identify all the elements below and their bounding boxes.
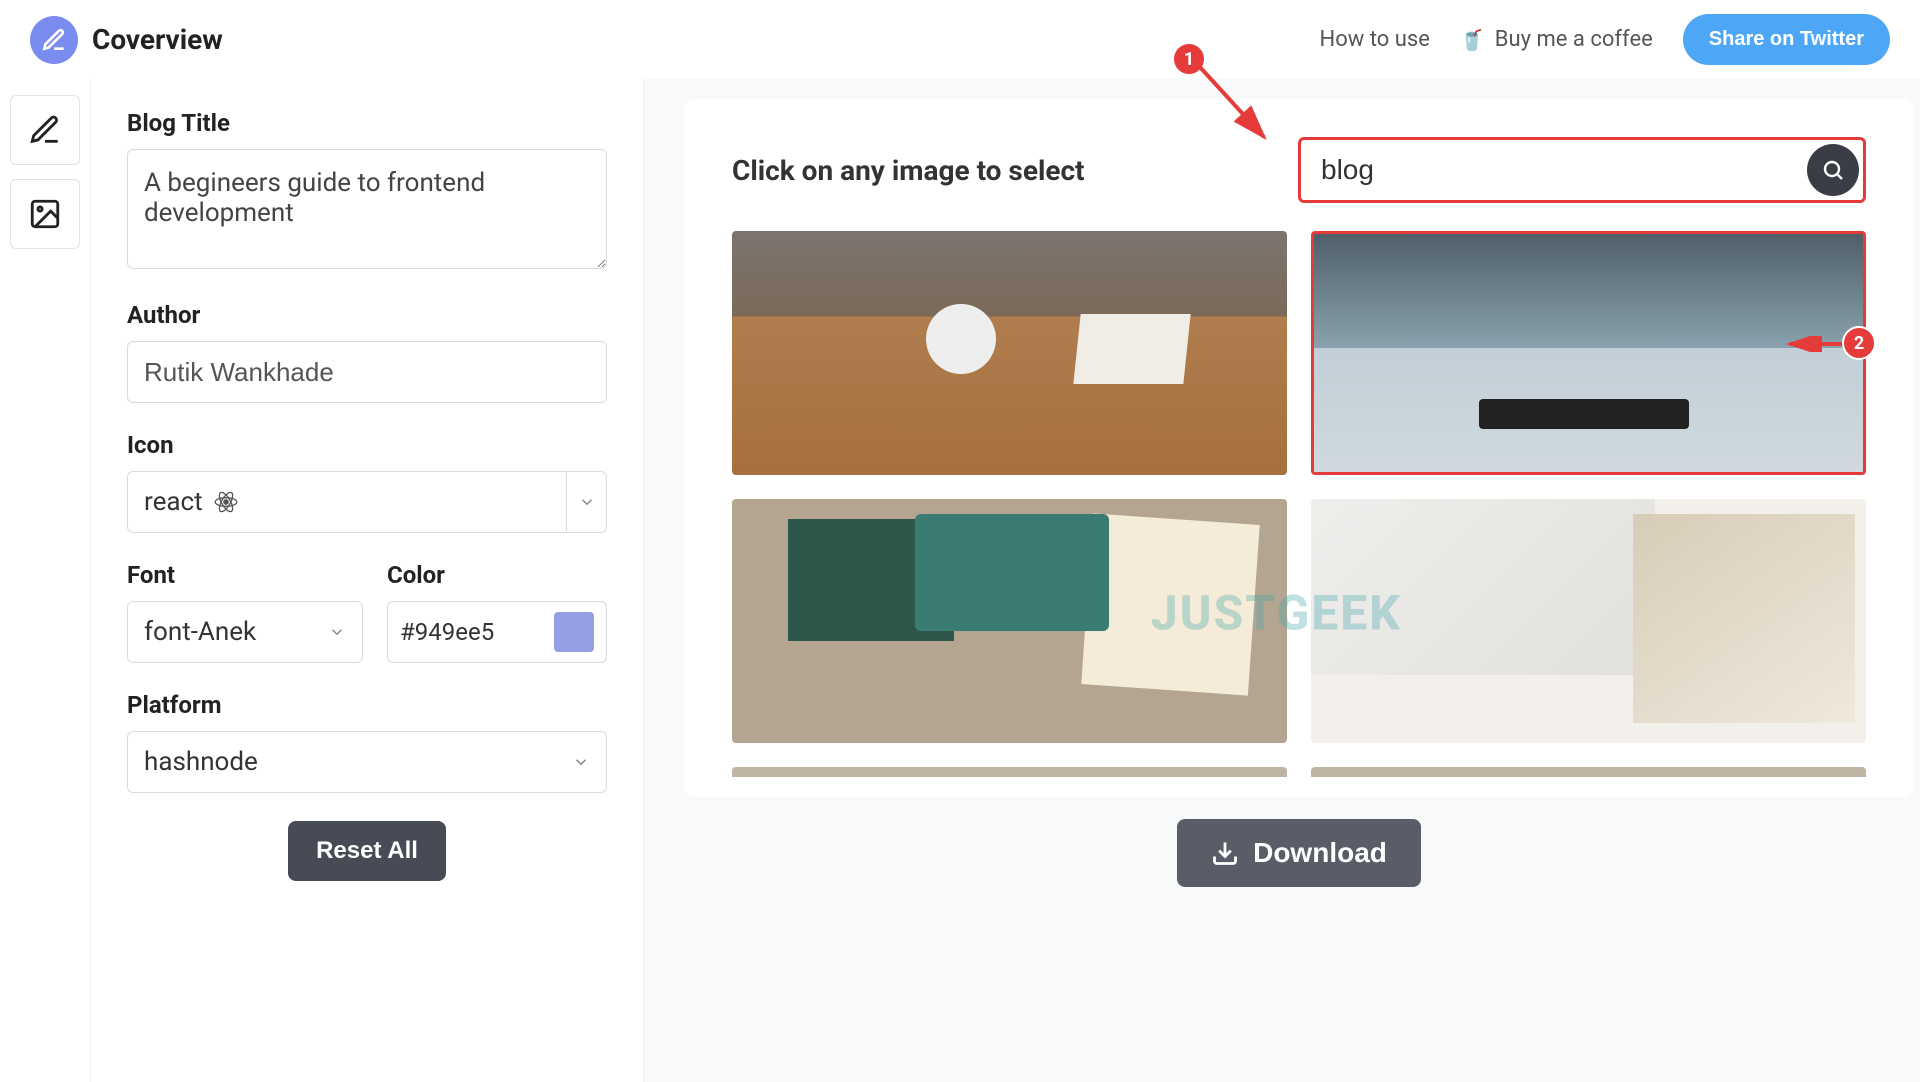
header: Coverview How to use 🥤 Buy me a coffee S…	[0, 0, 1920, 79]
color-picker[interactable]: #949ee5	[387, 601, 607, 663]
author-label: Author	[127, 301, 607, 329]
buy-coffee-label: Buy me a coffee	[1495, 27, 1653, 52]
author-input[interactable]	[127, 341, 607, 403]
image-grid: JUSTGEEK	[732, 231, 1866, 777]
search-input[interactable]	[1321, 154, 1807, 186]
download-label: Download	[1253, 837, 1387, 869]
color-hex-value: #949ee5	[400, 618, 542, 646]
edit-tab-button[interactable]	[10, 95, 80, 165]
layout: Blog Title A begineers guide to frontend…	[0, 79, 1920, 1082]
pencil-icon	[28, 113, 62, 147]
image-result[interactable]	[1311, 767, 1866, 777]
app-logo-icon	[30, 16, 78, 64]
header-left: Coverview	[30, 16, 223, 64]
chevron-down-icon	[578, 493, 596, 511]
icon-select-value: react	[144, 487, 203, 517]
image-result[interactable]	[1311, 499, 1866, 743]
chevron-down-icon	[572, 753, 590, 771]
picker-title: Click on any image to select	[732, 154, 1085, 187]
download-button[interactable]: Download	[1177, 819, 1421, 887]
image-tab-button[interactable]	[10, 179, 80, 249]
header-right: How to use 🥤 Buy me a coffee Share on Tw…	[1320, 14, 1890, 65]
left-rail	[0, 79, 90, 1082]
blog-title-label: Blog Title	[127, 109, 607, 137]
image-picker-card: Click on any image to select JUSTGEEK	[684, 99, 1914, 797]
platform-select-value: hashnode	[144, 747, 572, 777]
search-button[interactable]	[1807, 144, 1859, 196]
download-icon	[1211, 839, 1239, 867]
image-icon	[28, 197, 62, 231]
image-result[interactable]	[732, 767, 1287, 777]
font-select-value: font-Anek	[144, 617, 328, 647]
platform-select[interactable]: hashnode	[127, 731, 607, 793]
share-twitter-button[interactable]: Share on Twitter	[1683, 14, 1890, 65]
coffee-icon: 🥤	[1460, 28, 1485, 52]
search-field	[1298, 137, 1866, 203]
app-title: Coverview	[92, 23, 223, 56]
image-result[interactable]	[1311, 231, 1866, 475]
platform-label: Platform	[127, 691, 607, 719]
icon-select[interactable]: react	[127, 471, 607, 533]
font-select[interactable]: font-Anek	[127, 601, 363, 663]
image-result[interactable]	[732, 499, 1287, 743]
icon-label: Icon	[127, 431, 607, 459]
sidebar: Blog Title A begineers guide to frontend…	[90, 79, 644, 1082]
search-icon	[1821, 158, 1845, 182]
reset-all-button[interactable]: Reset All	[288, 821, 446, 881]
buy-coffee-link[interactable]: 🥤 Buy me a coffee	[1460, 27, 1653, 52]
react-icon	[213, 489, 239, 515]
font-label: Font	[127, 561, 363, 589]
color-swatch	[554, 612, 594, 652]
how-to-use-link[interactable]: How to use	[1320, 27, 1430, 52]
image-result[interactable]	[732, 231, 1287, 475]
main: Click on any image to select JUSTGEEK	[644, 79, 1920, 1082]
chevron-down-icon	[328, 623, 346, 641]
blog-title-input[interactable]: A begineers guide to frontend developmen…	[127, 149, 607, 269]
color-label: Color	[387, 561, 607, 589]
